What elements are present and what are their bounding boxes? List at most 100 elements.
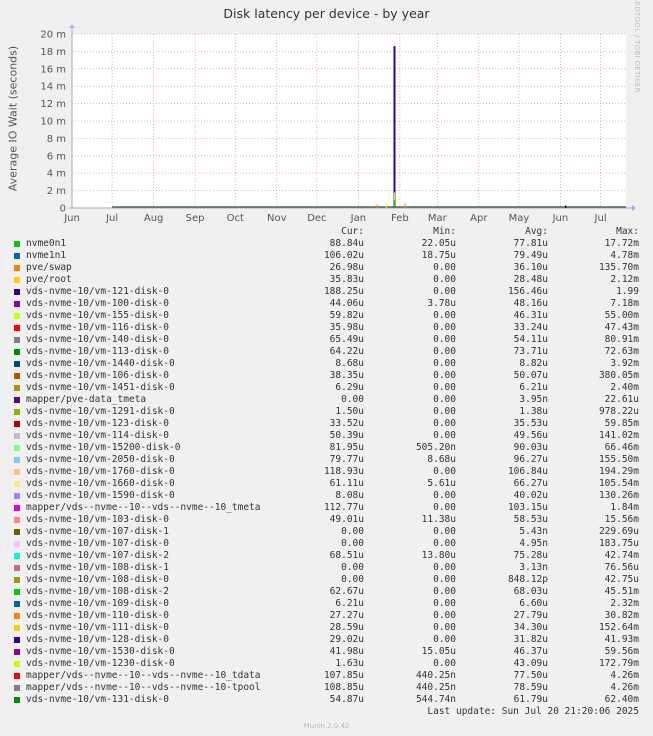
legend-series-name: vds-nvme-10/vm-116-disk-0	[26, 322, 169, 333]
legend-series-name: vds-nvme-10/vm-1291-disk-0	[26, 406, 175, 417]
legend-swatch	[14, 637, 20, 643]
legend-series-name: vds-nvme-10/vm-128-disk-0	[26, 634, 169, 645]
legend-series-name: pve/swap	[26, 262, 72, 273]
legend-max-value: 152.64m	[598, 622, 639, 633]
legend-cur-value: 6.29u	[335, 382, 364, 393]
legend-cur-value: 6.21u	[335, 598, 364, 609]
legend-series-name: vds-nvme-10/vm-1660-disk-0	[26, 478, 175, 489]
legend-cur-value: 188.25u	[323, 286, 364, 297]
x-tick-label: Sep	[186, 213, 205, 224]
legend-series-name: vds-nvme-10/vm-110-disk-0	[26, 610, 169, 621]
legend-row: vds-nvme-10/vm-107-disk-1 0.00 0.00 5.43n 22…	[0, 526, 653, 538]
legend-cur-value: 118.93u	[323, 466, 364, 477]
legend-cur-value: 62.67u	[329, 586, 364, 597]
x-tick-label: Nov	[267, 213, 287, 224]
legend-row: vds-nvme-10/vm-108-disk-0 0.00 0.00 848.12p…	[0, 574, 653, 586]
x-tick-label: May	[509, 213, 530, 224]
legend-avg-value: 61.79u	[513, 694, 548, 705]
legend-max-value: 229.69u	[598, 526, 639, 537]
legend-series-name: mapper/vds--nvme--10--vds--nvme--10_tdat…	[26, 670, 261, 681]
legend-min-value: 0.00	[433, 274, 456, 285]
legend-swatch	[14, 421, 20, 427]
legend-min-value: 0.00	[433, 418, 456, 429]
legend-avg-value: 31.82u	[513, 634, 548, 645]
legend-min-value: 18.75u	[421, 250, 456, 261]
legend-swatch	[14, 409, 20, 415]
legend-row: vds-nvme-10/vm-1230-disk-0 1.63u 0.00 43.09…	[0, 658, 653, 670]
legend-series-name: vds-nvme-10/vm-1440-disk-0	[26, 358, 175, 369]
legend-series-name: vds-nvme-10/vm-155-disk-0	[26, 310, 169, 321]
legend-swatch	[14, 553, 20, 559]
legend-swatch	[14, 589, 20, 595]
legend-min-value: 0.00	[433, 466, 456, 477]
legend-cur-value: 27.27u	[329, 610, 364, 621]
x-tick-label: Feb	[391, 213, 409, 224]
legend-min-value: 0.00	[433, 574, 456, 585]
legend-series-name: nvme0n1	[26, 238, 67, 249]
legend-min-value: 0.00	[433, 394, 456, 405]
legend-series-name: vds-nvme-10/vm-106-disk-0	[26, 370, 169, 381]
legend-row: vds-nvme-10/vm-128-disk-0 29.02u 0.00 31.82…	[0, 634, 653, 646]
legend-avg-value: 46.37u	[513, 646, 548, 657]
x-tick-label: Jul	[105, 213, 118, 224]
legend-min-value: 0.00	[433, 538, 456, 549]
legend-series-name: vds-nvme-10/vm-103-disk-0	[26, 514, 169, 525]
legend-row: vds-nvme-10/vm-15200-disk-0 81.95u 505.20n…	[0, 442, 653, 454]
x-tick-label: Jun	[552, 213, 569, 224]
legend-avg-value: 40.02u	[513, 490, 548, 501]
legend-series-name: vds-nvme-10/vm-109-disk-0	[26, 598, 169, 609]
legend-min-value: 0.00	[433, 406, 456, 417]
legend-row: vds-nvme-10/vm-1660-disk-0 61.11u 5.61u 66.…	[0, 478, 653, 490]
legend-max-value: 4.26m	[610, 682, 639, 693]
legend-max-value: 155.50m	[598, 454, 639, 465]
legend-max-value: 72.63m	[604, 346, 639, 357]
legend-row: vds-nvme-10/vm-140-disk-0 65.49u 0.00 54.11…	[0, 334, 653, 346]
legend-series-name: vds-nvme-10/vm-140-disk-0	[26, 334, 169, 345]
legend-avg-value: 96.27u	[513, 454, 548, 465]
legend-min-value: 0.00	[433, 634, 456, 645]
y-tick-label: 10 m	[40, 117, 66, 128]
y-tick-label: 12 m	[40, 99, 66, 110]
legend-cur-value: 41.98u	[329, 646, 364, 657]
legend-series-name: vds-nvme-10/vm-107-disk-1	[26, 526, 169, 537]
legend-row: vds-nvme-10/vm-131-disk-0 54.87u 544.74n 61…	[0, 694, 653, 706]
legend-row: pve/root 35.83u 0.00 28.48u 2.12m	[0, 274, 653, 286]
legend-series-name: vds-nvme-10/vm-1760-disk-0	[26, 466, 175, 477]
legend-min-value: 505.20n	[415, 442, 456, 453]
legend-row: vds-nvme-10/vm-111-disk-0 28.59u 0.00 34.30…	[0, 622, 653, 634]
legend-row: vds-nvme-10/vm-1760-disk-0 118.93u 0.00 106…	[0, 466, 653, 478]
legend-cur-value: 28.59u	[329, 622, 364, 633]
legend-series-name: vds-nvme-10/vm-114-disk-0	[26, 430, 169, 441]
legend-cur-value: 26.98u	[329, 262, 364, 273]
legend-series-name: nvme1n1	[26, 250, 67, 261]
legend-min-value: 0.00	[433, 526, 456, 537]
legend-max-value: 15.56m	[604, 514, 639, 525]
legend-cur-value: 107.85u	[323, 670, 364, 681]
legend-cur-value: 0.00	[341, 562, 364, 573]
legend-swatch	[14, 325, 20, 331]
legend-cur-value: 0.00	[341, 526, 364, 537]
legend-row: mapper/pve-data_tmeta 0.00 0.00 3.95n 22.61u	[0, 394, 653, 406]
legend-row: vds-nvme-10/vm-155-disk-0 59.82u 0.00 46.31…	[0, 310, 653, 322]
legend-min-value: 0.00	[433, 334, 456, 345]
legend-cur-value: 59.82u	[329, 310, 364, 321]
legend-row: vds-nvme-10/vm-110-disk-0 27.27u 0.00 27.79…	[0, 610, 653, 622]
legend-min-value: 15.05u	[421, 646, 456, 657]
legend-series-name: vds-nvme-10/vm-107-disk-0	[26, 538, 169, 549]
legend-max-value: 41.93m	[604, 634, 639, 645]
legend-swatch	[14, 349, 20, 355]
legend-max-value: 59.56m	[604, 646, 639, 657]
legend-min-value: 0.00	[433, 382, 456, 393]
legend-swatch	[14, 505, 20, 511]
legend-min-value: 440.25n	[415, 670, 456, 681]
legend-cur-value: 0.00	[341, 574, 364, 585]
legend-series-name: vds-nvme-10/vm-113-disk-0	[26, 346, 169, 357]
legend-swatch	[14, 457, 20, 463]
legend-row: vds-nvme-10/vm-1530-disk-0 41.98u 15.05u 46…	[0, 646, 653, 658]
legend-max-value: 59.85m	[604, 418, 639, 429]
legend-row: vds-nvme-10/vm-108-disk-1 0.00 0.00 3.13n 76…	[0, 562, 653, 574]
legend-min-value: 11.38u	[421, 514, 456, 525]
legend-avg-value: 73.71u	[513, 346, 548, 357]
legend-avg-value: 79.49u	[513, 250, 548, 261]
legend-avg-value: 68.03u	[513, 586, 548, 597]
